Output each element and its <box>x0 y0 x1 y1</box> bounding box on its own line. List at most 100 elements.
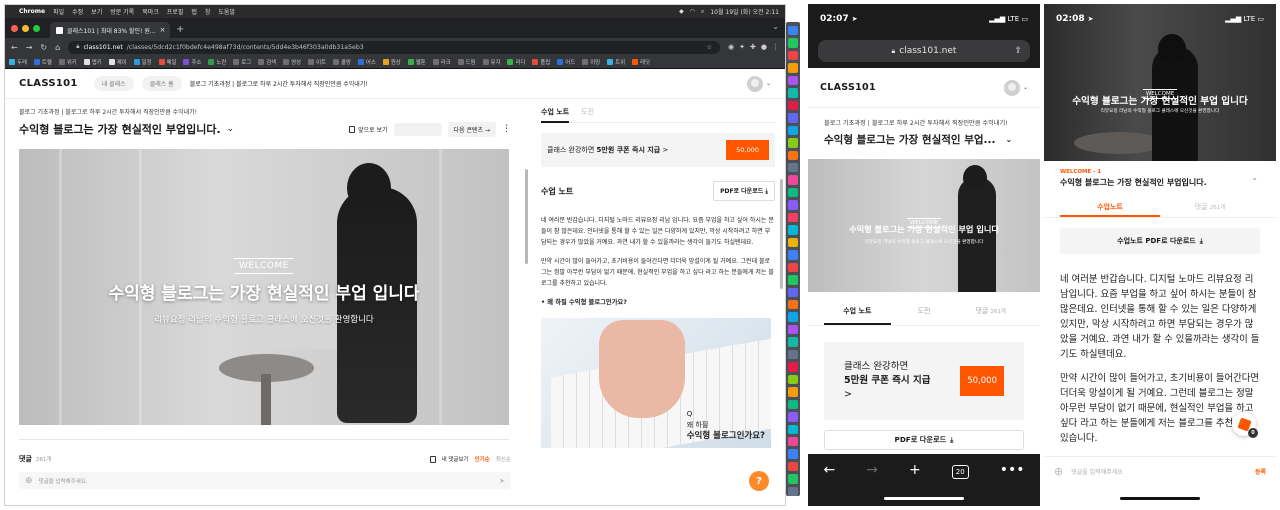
dock-app-icon[interactable] <box>788 275 798 285</box>
comment-input[interactable]: ⊕ 댓글을 입력해주세요. ➤ <box>19 472 511 489</box>
user-menu[interactable]: ⌄ <box>746 75 771 92</box>
menu-help[interactable]: 도움말 <box>218 7 235 16</box>
dock-app-icon[interactable] <box>788 75 798 86</box>
dock-app-icon[interactable] <box>788 88 798 98</box>
bookmark-item[interactable]: 위키 <box>58 58 77 66</box>
sort-popular[interactable]: 인기순 <box>475 455 490 463</box>
dock-app-icon[interactable] <box>788 26 798 36</box>
dock-app-icon[interactable] <box>788 212 798 223</box>
menu-app-chrome[interactable]: Chrome <box>19 8 45 15</box>
menu-edit[interactable]: 수정 <box>72 7 83 16</box>
tab-search-icon[interactable]: ⌄ <box>772 22 779 31</box>
profile-icon[interactable]: ● <box>761 43 767 51</box>
dock-app-icon[interactable] <box>788 200 798 210</box>
bookmark-item[interactable]: 영상 <box>283 58 301 66</box>
home-indicator[interactable] <box>884 497 964 500</box>
dock-app-icon[interactable] <box>788 387 798 397</box>
dock-app-icon[interactable] <box>788 474 798 484</box>
tabs-count-button[interactable]: 20 <box>951 465 969 479</box>
dock-app-icon[interactable] <box>788 150 798 160</box>
class101-logo[interactable]: CLASS101 <box>820 82 876 93</box>
menu-bookmarks[interactable]: 북마크 <box>142 7 159 16</box>
dock-app-icon[interactable] <box>788 175 798 185</box>
dock-app-icon[interactable] <box>788 100 798 111</box>
dock-app-icon[interactable] <box>788 374 798 385</box>
forward-arrow-icon[interactable]: → <box>26 43 33 52</box>
video-player[interactable]: WELCOME 수익형 블로그는 가장 현실적인 부업 입니다 리뷰요정 리남의… <box>19 149 509 425</box>
bookmark-item[interactable]: 어드 <box>557 58 575 66</box>
bookmark-item[interactable]: 이밍 <box>582 58 600 66</box>
home-indicator[interactable] <box>1120 497 1200 500</box>
browser-tab-active[interactable]: 클래스101 | 최대 83% 할인! 원... × <box>50 22 170 38</box>
bookmark-item[interactable]: 어스 <box>357 58 376 66</box>
new-tab-icon[interactable]: + <box>176 22 184 38</box>
tab-lesson-notes[interactable]: 수업 노트 <box>541 107 570 123</box>
dock-app-icon[interactable] <box>788 486 798 497</box>
video-player[interactable]: WELCOME 수익형 블로그는 가장 현실적인 부업 입니다 리뷰요정 리남의… <box>808 159 1040 292</box>
chevron-down-icon[interactable]: ⌄ <box>227 124 235 134</box>
dock-app-icon[interactable] <box>788 50 798 61</box>
extension-pin-icon[interactable]: ✦ <box>739 43 745 51</box>
browser-menu-icon[interactable]: ⋮ <box>772 43 779 51</box>
bookmark-item[interactable]: 메일 <box>158 58 176 66</box>
menu-profile[interactable]: 프로필 <box>167 7 184 16</box>
minimize-window-icon[interactable] <box>22 24 29 32</box>
bookmark-item[interactable]: 트렐 <box>33 58 52 66</box>
dock-app-icon[interactable] <box>788 113 798 123</box>
tab-comments[interactable]: 댓글 261개 <box>1160 202 1260 217</box>
lesson-info[interactable]: WELCOME - 1 수익형 블로그는 가장 현실적인 부업입니다. ⌄ <box>1044 161 1276 188</box>
bookmark-item[interactable]: 웹툰 <box>407 58 426 66</box>
dock-app-icon[interactable] <box>788 250 798 260</box>
dock-app-icon[interactable] <box>788 225 798 235</box>
next-content-button[interactable]: 다음 콘텐츠 → <box>447 121 496 137</box>
dock-app-icon[interactable] <box>788 312 798 322</box>
lesson-title-row[interactable]: 수익형 블로그는 가장 현실적인 부업... ⌄ <box>808 127 1040 147</box>
previous-content-button[interactable] <box>393 122 442 136</box>
help-button[interactable]: ? <box>749 471 769 491</box>
dock-app-icon[interactable] <box>788 461 798 472</box>
dock-app-icon[interactable] <box>788 412 798 422</box>
my-comments-label[interactable]: 내 댓글보기 <box>442 455 469 463</box>
extension-camera-icon[interactable]: ◉ <box>728 43 734 51</box>
sort-recent[interactable]: 최신순 <box>496 455 511 463</box>
dropbox-icon[interactable]: ◆ <box>679 8 684 15</box>
pdf-download-button[interactable]: PDF로 다운로드 ⤓ <box>824 430 1024 450</box>
bookmark-item[interactable]: 검색 <box>258 58 276 66</box>
dock-app-icon[interactable] <box>788 162 798 173</box>
tab-comments[interactable]: 댓글 261개 <box>957 306 1024 325</box>
back-arrow-icon[interactable]: ← <box>11 43 18 52</box>
dock-app-icon[interactable] <box>788 349 798 360</box>
coupon-banner[interactable]: 클래스 완강하면 5만원 쿠폰 즉시 지급 > 50,000 <box>824 342 1024 420</box>
bookmark-item[interactable]: 제이 <box>108 58 127 66</box>
dock-app-icon[interactable] <box>788 125 798 136</box>
comment-input[interactable]: ⊕ 댓글을 입력해주세요 등록 <box>1044 456 1276 486</box>
nav-class-home[interactable]: 클래스 홈 <box>141 76 182 91</box>
attach-plus-icon[interactable]: ⊕ <box>1054 465 1063 478</box>
more-options-icon[interactable]: ••• <box>1000 462 1025 478</box>
send-icon[interactable]: ➤ <box>499 477 505 485</box>
new-tab-icon[interactable]: + <box>909 462 921 478</box>
bookmark-item[interactable]: 트위 <box>607 58 625 66</box>
forward-arrow-icon[interactable]: → <box>866 462 878 478</box>
menubar-clock[interactable]: 10월 19일 (화) 오전 2:11 <box>710 7 779 16</box>
bookmark-item[interactable]: 이트 <box>308 58 326 66</box>
dock-app-icon[interactable] <box>788 187 798 198</box>
dock-app-icon[interactable] <box>788 324 798 335</box>
menu-file[interactable]: 파일 <box>53 7 64 16</box>
post-comment-button[interactable]: 등록 <box>1255 467 1266 476</box>
dock-app-icon[interactable] <box>788 287 798 297</box>
bookmark-item[interactable]: 리디 <box>507 58 525 66</box>
zoom-window-icon[interactable] <box>33 24 40 32</box>
dock-app-icon[interactable] <box>788 138 798 148</box>
menu-view[interactable]: 보기 <box>91 7 102 16</box>
bookmark-item[interactable]: 쿨랑 <box>332 58 351 66</box>
bookmark-item[interactable]: 일정 <box>133 58 152 66</box>
dock-app-icon[interactable] <box>788 337 798 347</box>
coupon-banner[interactable]: 클래스 완강하면 5만원 쿠폰 즉시 지급 > 50,000 <box>541 133 775 167</box>
tab-challenge[interactable]: 도전 <box>581 107 594 117</box>
close-window-icon[interactable] <box>11 24 18 32</box>
class101-logo[interactable]: CLASS101 <box>19 78 78 89</box>
bookmark-item[interactable]: 두레 <box>9 58 27 66</box>
home-icon[interactable]: ⌂ <box>55 43 60 52</box>
tab-lesson-notes[interactable]: 수업 노트 <box>824 306 891 325</box>
